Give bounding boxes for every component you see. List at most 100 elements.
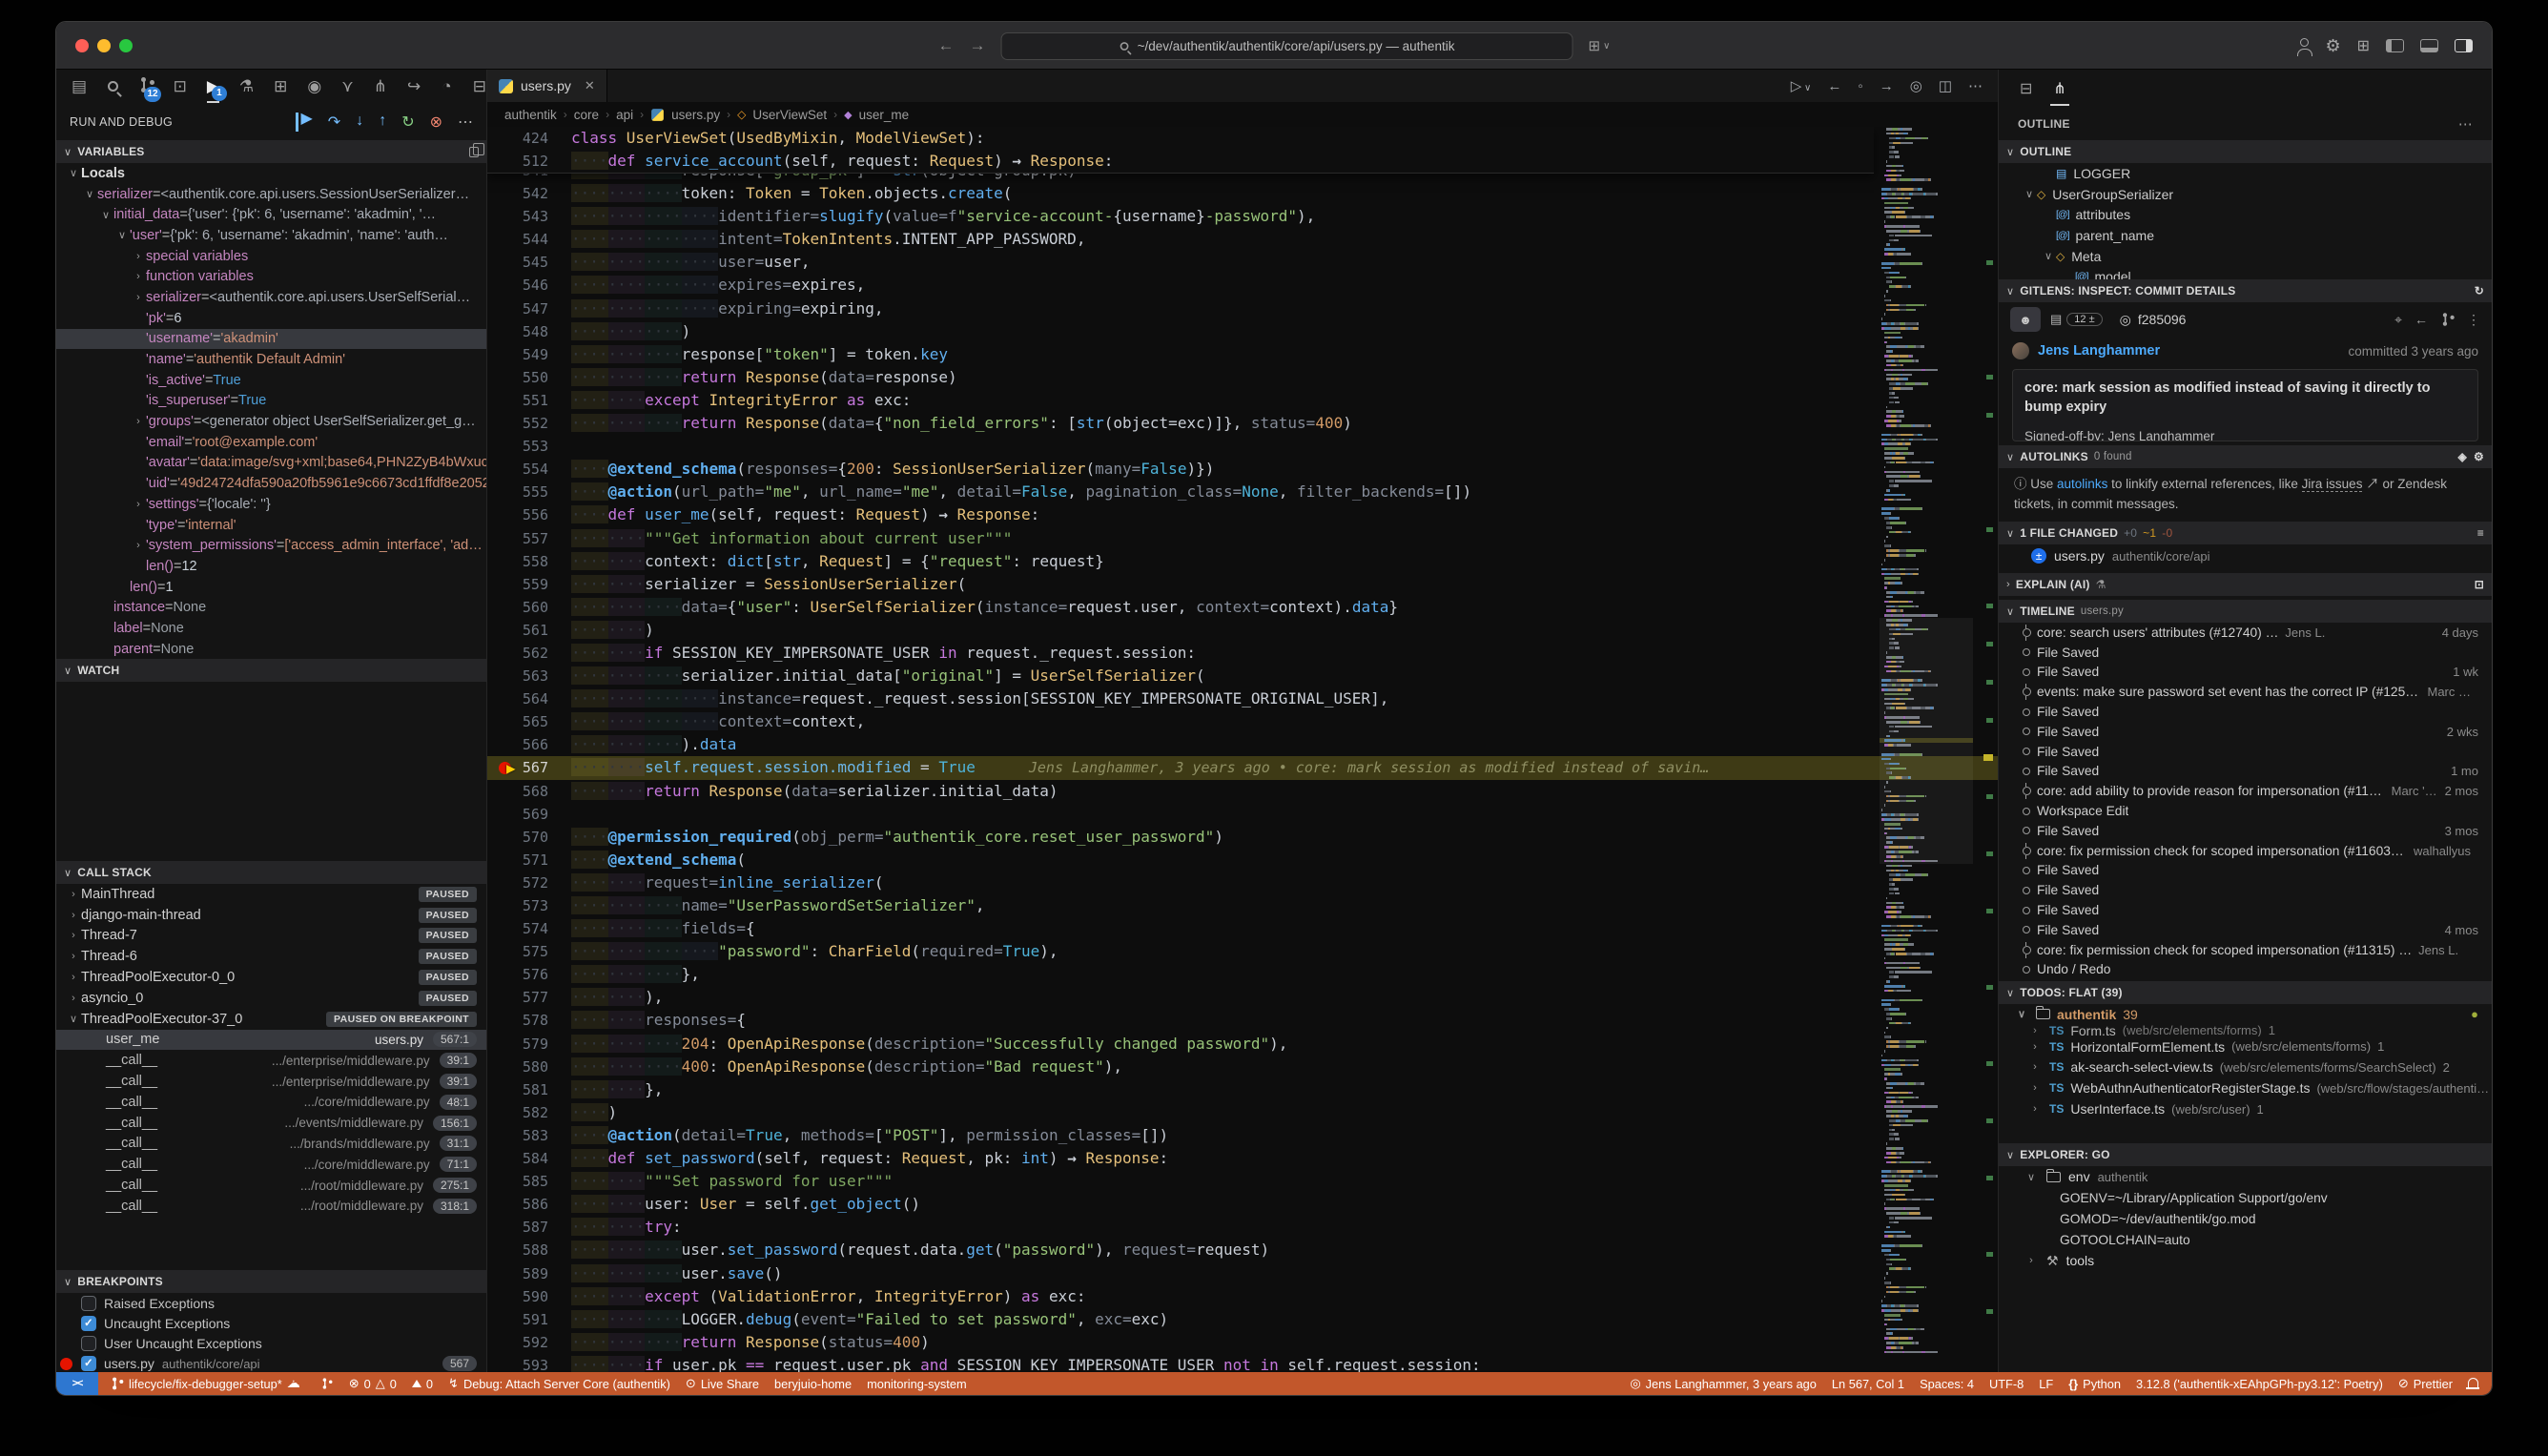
code-line-570[interactable]: 570····@permission_required(obj_perm="au… [487,826,1998,849]
code-line-512[interactable]: 512····def service_account(self, request… [487,150,1874,173]
timeline-item[interactable]: File Saved [1999,900,2492,920]
nav-back-icon[interactable]: ← [938,36,955,55]
code-line-579[interactable]: 579············204: OpenApiResponse(desc… [487,1033,1998,1056]
breakpoint-row[interactable]: Raised Exceptions [56,1293,486,1313]
watch-section-header[interactable]: ∨WATCH [56,659,486,682]
hierarchy-icon[interactable]: ⊟ [473,77,486,96]
traffic-lights[interactable] [75,39,133,52]
code-line-424[interactable]: 424class UserViewSet(UsedByMixin, ModelV… [487,127,1874,150]
toggle-left-panel-icon[interactable] [2386,39,2404,52]
autolinks-section-header[interactable]: ∨AUTOLINKS 0 found ◈ ⚙ [1999,445,2492,468]
account-icon[interactable] [2300,38,2309,47]
code-line-553[interactable]: 553 [487,435,1998,458]
notifications-bell[interactable] [2468,1379,2478,1388]
close-window-button[interactable] [75,39,89,52]
gitlens-author-view-button[interactable]: ☻ [2010,307,2041,332]
toggle-bottom-panel-icon[interactable] [2420,39,2438,52]
stack-frame-row[interactable]: user_meusers.py567:1 [56,1030,486,1051]
code-line-568[interactable]: 568········return Response(data=serializ… [487,780,1998,803]
code-line-581[interactable]: 581········}, [487,1078,1998,1101]
more-actions-icon[interactable]: ⋯ [1968,77,1983,94]
variable-row[interactable]: label = None [56,618,486,639]
gear-icon[interactable]: ⚙ [2325,36,2340,56]
commit-author[interactable]: Jens Langhammer [2038,343,2160,359]
stack-frame-row[interactable]: __call__.../enterprise/middleware.py39:1 [56,1071,486,1092]
thread-row[interactable]: ›django-main-threadPAUSED [56,905,486,926]
split-editor-icon[interactable]: ◫ [1939,77,1952,94]
code-line-586[interactable]: 586········user: User = self.get_object(… [487,1193,1998,1216]
copy-icon[interactable] [469,147,479,157]
timeline-item[interactable]: core: fix permission check for scoped im… [1999,841,2492,861]
pin-icon[interactable]: ⌖ [2394,312,2402,328]
toggle-right-panel-icon[interactable] [2455,39,2473,52]
zoom-window-button[interactable] [119,39,133,52]
timeline-item[interactable]: core: fix permission check for scoped im… [1999,940,2492,960]
code-line-543[interactable]: 543················identifier=slugify(va… [487,205,1998,228]
minimap[interactable] [1880,127,1973,1372]
run-python-file-icon[interactable]: ▷ ∨ [1791,77,1812,94]
variable-row[interactable]: len() = 12 [56,556,486,577]
share-icon[interactable]: ↪ [407,77,421,96]
status-blame[interactable]: ◎Jens Langhammer, 3 years ago [1630,1376,1817,1391]
stack-frame-row[interactable]: __call__.../enterprise/middleware.py39:1 [56,1050,486,1071]
todo-workspace-row[interactable]: ∨authentik39● [1999,1004,2492,1025]
sticky-scroll[interactable]: 424class UserViewSet(UsedByMixin, ModelV… [487,127,1874,174]
more-actions-icon[interactable]: ⋯ [2458,115,2473,133]
variable-row[interactable]: 'is_active' = True [56,370,486,391]
variable-row[interactable]: ›serializer = <authentik.core.api.users.… [56,287,486,308]
timeline-item[interactable]: File Saved4 mos [1999,920,2492,940]
debug-more-icon[interactable]: ⋯ [458,113,473,132]
timeline-item[interactable]: Undo / Redo [1999,960,2492,980]
variable-row[interactable]: ∨'user' = {'pk': 6, 'username': 'akadmin… [56,225,486,246]
variable-row[interactable]: 'pk' = 6 [56,308,486,329]
stack-frame-row[interactable]: __call__.../core/middleware.py71:1 [56,1154,486,1175]
explorer-go-section-header[interactable]: ∨EXPLORER: GO [1999,1143,2492,1166]
autolinks-link[interactable]: autolinks [2057,477,2107,491]
github-icon[interactable]: ◉ [307,77,321,96]
breadcrumb-item[interactable]: api [616,108,633,122]
changes-icon[interactable]: ◦ [1858,78,1862,94]
status-branch[interactable]: lifecycle/fix-debugger-setup* ☁↑ [110,1376,304,1392]
debug-step-out-icon[interactable]: ↑ [379,113,386,132]
code-line-583[interactable]: 583····@action(detail=True, methods=["PO… [487,1124,1998,1147]
code-line-558[interactable]: 558········context: dict[str, Request] =… [487,550,1998,573]
code-line-576[interactable]: 576············}, [487,963,1998,986]
status-language[interactable]: {}Python [2068,1377,2121,1391]
testing-icon[interactable]: ⚗ [239,77,254,96]
explain-ai-icon[interactable]: ⊡ [2475,578,2484,591]
call-stack-section-header[interactable]: ∨CALL STACK [56,861,486,884]
variable-row[interactable]: ›'groups' = <generator object UserSelfSe… [56,411,486,432]
todo-file-row[interactable]: ›TSak-search-select-view.ts(web/src/elem… [1999,1057,2492,1078]
outline-item[interactable]: ▤LOGGER [1999,163,2492,184]
outline-section-header[interactable]: ∨OUTLINE [1999,140,2492,163]
code-line-590[interactable]: 590········except (ValidationError, Inte… [487,1285,1998,1308]
code-line-587[interactable]: 587········try: [487,1216,1998,1239]
thread-row[interactable]: ›Thread-7PAUSED [56,926,486,947]
status-eol[interactable]: LF [2039,1377,2053,1391]
autolink-add-icon[interactable]: ◈ ⚙ [2458,450,2484,463]
todo-file-row[interactable]: ›TSUserInterface.ts(web/src/user)1 [1999,1098,2492,1119]
pull-requests-icon[interactable]: ⋎ [341,77,354,96]
new-window-icon[interactable]: ⊞ ∨ [1589,37,1611,54]
stack-frame-row[interactable]: __call__.../root/middleware.py318:1 [56,1196,486,1217]
variable-row[interactable]: ›special variables [56,246,486,267]
variable-row[interactable]: instance = None [56,597,486,618]
breakpoint-row[interactable]: users.pyauthentik/core/api567 [56,1354,486,1372]
comments-panel-icon[interactable]: ⊟ [2020,79,2032,98]
timeline-item[interactable]: core: add ability to provide reason for … [1999,781,2492,801]
code-line-569[interactable]: 569 [487,803,1998,826]
thread-row[interactable]: ∨ThreadPoolExecutor-37_0PAUSED ON BREAKP… [56,1009,486,1030]
debug-step-into-icon[interactable]: ↓ [356,113,363,132]
timeline-section-header[interactable]: ∨TIMELINE users.py [1999,600,2492,623]
status-indentation[interactable]: Spaces: 4 [1920,1377,1974,1391]
variables-section-header[interactable]: ∨VARIABLES [56,140,486,163]
code-line-566[interactable]: 566············).data [487,733,1998,756]
code-line-563[interactable]: 563············serializer.initial_data["… [487,665,1998,687]
stack-frame-row[interactable]: __call__.../brands/middleware.py31:1 [56,1134,486,1155]
code-line-573[interactable]: 573············name="UserPasswordSetSeri… [487,894,1998,917]
timeline-item[interactable]: File Saved1 wk [1999,663,2492,683]
thread-row[interactable]: ›asyncio_0PAUSED [56,988,486,1009]
code-line-564[interactable]: 564················instance=request._req… [487,687,1998,710]
variable-row[interactable]: 'avatar' = 'data:image/svg+xml;base64,PH… [56,453,486,474]
variable-row[interactable]: ∨serializer = <authentik.core.api.users.… [56,184,486,205]
